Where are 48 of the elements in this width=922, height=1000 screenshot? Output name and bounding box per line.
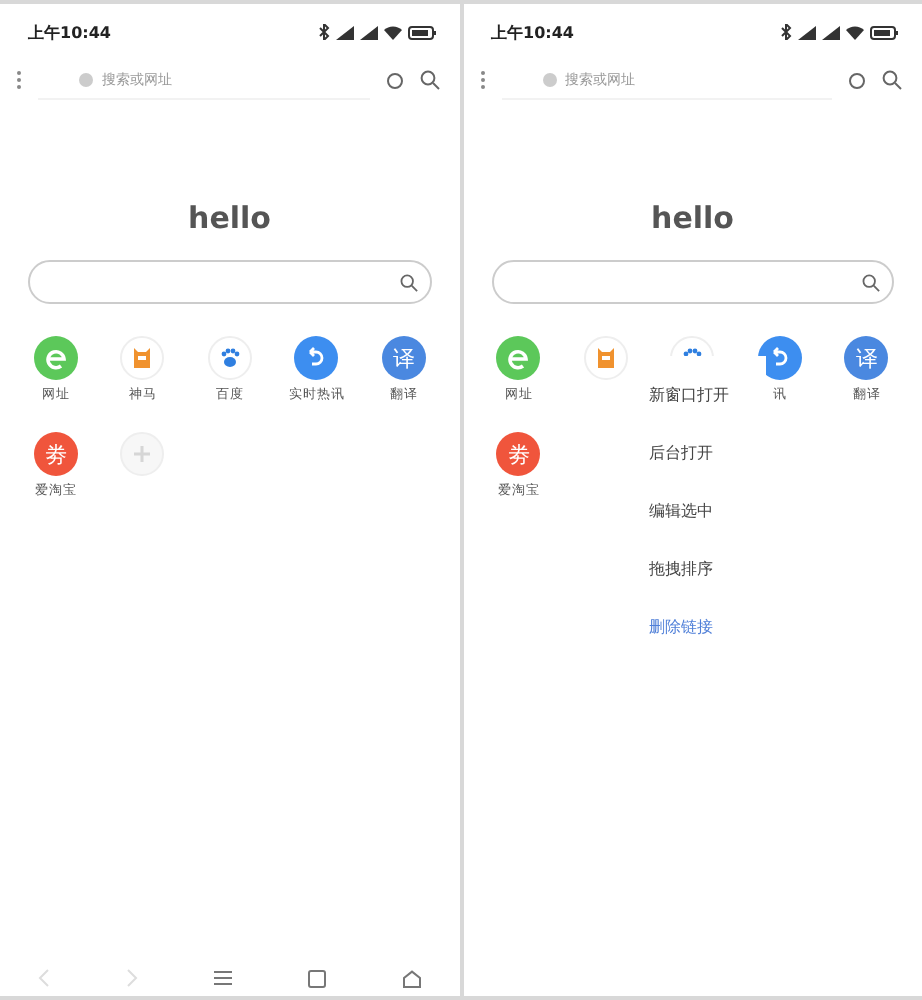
bluetooth-icon [317,24,329,40]
battery-icon [870,25,898,39]
shortcut-button[interactable] [120,336,165,380]
glyph-icon: 译 [392,343,415,373]
menu-icon[interactable] [213,970,232,986]
refresh-icon[interactable] [385,71,403,89]
menu-item[interactable]: 后台打开 [633,426,765,484]
curved-arrow-icon [767,346,792,370]
menu-item[interactable]: 编辑选中 [633,484,765,542]
letter-e-icon [506,346,531,370]
shortcut-button[interactable]: 劵 [496,432,541,476]
search-field[interactable] [491,260,894,304]
more-icon[interactable] [479,70,485,90]
shortcut-button[interactable] [583,336,628,380]
curved-arrow-icon [304,346,329,370]
glyph-icon: 译 [855,343,878,373]
letter-e-icon [43,346,68,370]
search-field[interactable] [28,260,431,304]
greeting-title: hello [186,200,273,236]
search-icon[interactable] [419,70,439,90]
glyph-icon: 劵 [507,439,530,469]
menu-item[interactable]: 新窗口打开 [633,368,765,426]
search-icon [399,273,417,291]
shortcut-button[interactable]: 译 [381,336,426,380]
more-icon[interactable] [16,70,22,90]
battery-icon [407,25,435,39]
menu-item[interactable]: 删除链接 [633,600,765,658]
shortcut-button[interactable]: 译 [844,336,889,380]
wifi-icon [383,25,401,39]
tabs-icon[interactable] [307,969,326,987]
shortcut-button[interactable] [294,336,339,380]
paw-icon [217,346,242,370]
shortcut-button[interactable] [33,336,78,380]
glyph-icon: 劵 [44,439,67,469]
status-time: 上午10:44 [28,21,111,43]
shortcut-button[interactable]: 劵 [33,432,78,476]
search-icon [862,273,880,291]
refresh-icon[interactable] [848,71,866,89]
menu-item[interactable]: 拖拽排序 [633,542,765,600]
bluetooth-icon [780,24,792,40]
shortcut-button[interactable] [496,336,541,380]
wifi-icon [846,25,864,39]
home-icon[interactable] [401,969,421,987]
plus-icon [134,446,151,462]
shortcut-button[interactable] [207,336,252,380]
status-time: 上午10:44 [491,21,574,43]
greeting-title: hello [649,200,736,236]
search-icon[interactable] [882,70,902,90]
